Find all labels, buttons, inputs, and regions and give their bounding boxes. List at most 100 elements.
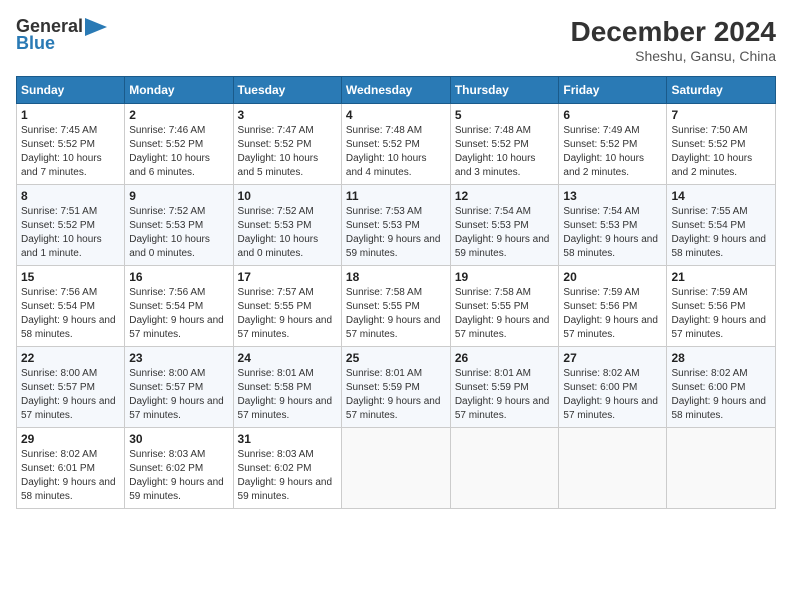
calendar-cell: 5 Sunrise: 7:48 AM Sunset: 5:52 PM Dayli…: [450, 104, 559, 185]
calendar-cell: 25 Sunrise: 8:01 AM Sunset: 5:59 PM Dayl…: [341, 347, 450, 428]
calendar-cell: 24 Sunrise: 8:01 AM Sunset: 5:58 PM Dayl…: [233, 347, 341, 428]
day-info: Sunrise: 7:59 AM Sunset: 5:56 PM Dayligh…: [671, 286, 771, 342]
day-info: Sunrise: 7:47 AM Sunset: 5:52 PM Dayligh…: [238, 124, 337, 180]
day-info: Sunrise: 8:02 AM Sunset: 6:01 PM Dayligh…: [21, 448, 120, 504]
day-info: Sunrise: 7:48 AM Sunset: 5:52 PM Dayligh…: [346, 124, 446, 180]
calendar-cell: 28 Sunrise: 8:02 AM Sunset: 6:00 PM Dayl…: [667, 347, 776, 428]
day-info: Sunrise: 7:58 AM Sunset: 5:55 PM Dayligh…: [346, 286, 446, 342]
logo-blue: Blue: [16, 33, 55, 54]
day-info: Sunrise: 8:01 AM Sunset: 5:58 PM Dayligh…: [238, 367, 337, 423]
calendar-cell: 12 Sunrise: 7:54 AM Sunset: 5:53 PM Dayl…: [450, 185, 559, 266]
day-info: Sunrise: 7:52 AM Sunset: 5:53 PM Dayligh…: [238, 205, 337, 261]
calendar-cell: 27 Sunrise: 8:02 AM Sunset: 6:00 PM Dayl…: [559, 347, 667, 428]
calendar-cell: 4 Sunrise: 7:48 AM Sunset: 5:52 PM Dayli…: [341, 104, 450, 185]
day-number: 27: [563, 351, 662, 365]
day-number: 18: [346, 270, 446, 284]
calendar-cell: 19 Sunrise: 7:58 AM Sunset: 5:55 PM Dayl…: [450, 266, 559, 347]
location: Sheshu, Gansu, China: [571, 48, 776, 64]
day-number: 25: [346, 351, 446, 365]
calendar-week-3: 15 Sunrise: 7:56 AM Sunset: 5:54 PM Dayl…: [17, 266, 776, 347]
day-info: Sunrise: 8:00 AM Sunset: 5:57 PM Dayligh…: [129, 367, 228, 423]
day-number: 5: [455, 108, 555, 122]
day-number: 17: [238, 270, 337, 284]
day-info: Sunrise: 8:03 AM Sunset: 6:02 PM Dayligh…: [238, 448, 337, 504]
logo-arrow-icon: [85, 18, 107, 36]
day-number: 1: [21, 108, 120, 122]
calendar-cell: 7 Sunrise: 7:50 AM Sunset: 5:52 PM Dayli…: [667, 104, 776, 185]
column-header-sunday: Sunday: [17, 77, 125, 104]
calendar-cell: 9 Sunrise: 7:52 AM Sunset: 5:53 PM Dayli…: [125, 185, 233, 266]
calendar-cell: 3 Sunrise: 7:47 AM Sunset: 5:52 PM Dayli…: [233, 104, 341, 185]
calendar-cell: 17 Sunrise: 7:57 AM Sunset: 5:55 PM Dayl…: [233, 266, 341, 347]
day-number: 6: [563, 108, 662, 122]
calendar-cell: 18 Sunrise: 7:58 AM Sunset: 5:55 PM Dayl…: [341, 266, 450, 347]
logo: General Blue: [16, 16, 107, 54]
day-info: Sunrise: 7:55 AM Sunset: 5:54 PM Dayligh…: [671, 205, 771, 261]
calendar-week-5: 29 Sunrise: 8:02 AM Sunset: 6:01 PM Dayl…: [17, 428, 776, 509]
column-header-friday: Friday: [559, 77, 667, 104]
calendar-cell: 26 Sunrise: 8:01 AM Sunset: 5:59 PM Dayl…: [450, 347, 559, 428]
calendar-cell: 23 Sunrise: 8:00 AM Sunset: 5:57 PM Dayl…: [125, 347, 233, 428]
day-number: 29: [21, 432, 120, 446]
day-number: 22: [21, 351, 120, 365]
day-number: 9: [129, 189, 228, 203]
calendar-cell: 2 Sunrise: 7:46 AM Sunset: 5:52 PM Dayli…: [125, 104, 233, 185]
calendar-cell: 13 Sunrise: 7:54 AM Sunset: 5:53 PM Dayl…: [559, 185, 667, 266]
day-info: Sunrise: 7:54 AM Sunset: 5:53 PM Dayligh…: [455, 205, 555, 261]
day-number: 19: [455, 270, 555, 284]
calendar-cell: 21 Sunrise: 7:59 AM Sunset: 5:56 PM Dayl…: [667, 266, 776, 347]
day-number: 16: [129, 270, 228, 284]
day-number: 26: [455, 351, 555, 365]
day-number: 28: [671, 351, 771, 365]
calendar-cell: 15 Sunrise: 7:56 AM Sunset: 5:54 PM Dayl…: [17, 266, 125, 347]
column-header-saturday: Saturday: [667, 77, 776, 104]
calendar-cell: 22 Sunrise: 8:00 AM Sunset: 5:57 PM Dayl…: [17, 347, 125, 428]
day-number: 20: [563, 270, 662, 284]
day-number: 13: [563, 189, 662, 203]
calendar-table: SundayMondayTuesdayWednesdayThursdayFrid…: [16, 76, 776, 509]
calendar-cell: [667, 428, 776, 509]
column-header-thursday: Thursday: [450, 77, 559, 104]
day-info: Sunrise: 8:01 AM Sunset: 5:59 PM Dayligh…: [346, 367, 446, 423]
calendar-cell: [341, 428, 450, 509]
day-number: 23: [129, 351, 228, 365]
calendar-header-row: SundayMondayTuesdayWednesdayThursdayFrid…: [17, 77, 776, 104]
day-number: 2: [129, 108, 228, 122]
calendar-cell: 10 Sunrise: 7:52 AM Sunset: 5:53 PM Dayl…: [233, 185, 341, 266]
day-info: Sunrise: 7:56 AM Sunset: 5:54 PM Dayligh…: [129, 286, 228, 342]
calendar-cell: [450, 428, 559, 509]
day-info: Sunrise: 7:56 AM Sunset: 5:54 PM Dayligh…: [21, 286, 120, 342]
title-block: December 2024 Sheshu, Gansu, China: [571, 16, 776, 64]
day-info: Sunrise: 7:51 AM Sunset: 5:52 PM Dayligh…: [21, 205, 120, 261]
column-header-monday: Monday: [125, 77, 233, 104]
day-number: 11: [346, 189, 446, 203]
calendar-cell: 14 Sunrise: 7:55 AM Sunset: 5:54 PM Dayl…: [667, 185, 776, 266]
day-info: Sunrise: 7:50 AM Sunset: 5:52 PM Dayligh…: [671, 124, 771, 180]
calendar-cell: 30 Sunrise: 8:03 AM Sunset: 6:02 PM Dayl…: [125, 428, 233, 509]
day-info: Sunrise: 7:45 AM Sunset: 5:52 PM Dayligh…: [21, 124, 120, 180]
day-number: 7: [671, 108, 771, 122]
day-info: Sunrise: 8:01 AM Sunset: 5:59 PM Dayligh…: [455, 367, 555, 423]
day-number: 8: [21, 189, 120, 203]
day-number: 3: [238, 108, 337, 122]
day-number: 12: [455, 189, 555, 203]
calendar-cell: 11 Sunrise: 7:53 AM Sunset: 5:53 PM Dayl…: [341, 185, 450, 266]
day-info: Sunrise: 8:00 AM Sunset: 5:57 PM Dayligh…: [21, 367, 120, 423]
calendar-week-2: 8 Sunrise: 7:51 AM Sunset: 5:52 PM Dayli…: [17, 185, 776, 266]
day-info: Sunrise: 8:02 AM Sunset: 6:00 PM Dayligh…: [671, 367, 771, 423]
calendar-cell: 1 Sunrise: 7:45 AM Sunset: 5:52 PM Dayli…: [17, 104, 125, 185]
column-header-tuesday: Tuesday: [233, 77, 341, 104]
day-info: Sunrise: 7:58 AM Sunset: 5:55 PM Dayligh…: [455, 286, 555, 342]
day-number: 21: [671, 270, 771, 284]
day-info: Sunrise: 7:46 AM Sunset: 5:52 PM Dayligh…: [129, 124, 228, 180]
day-info: Sunrise: 7:48 AM Sunset: 5:52 PM Dayligh…: [455, 124, 555, 180]
logo-container: General Blue: [16, 16, 107, 54]
calendar-cell: 29 Sunrise: 8:02 AM Sunset: 6:01 PM Dayl…: [17, 428, 125, 509]
column-header-wednesday: Wednesday: [341, 77, 450, 104]
calendar-cell: 6 Sunrise: 7:49 AM Sunset: 5:52 PM Dayli…: [559, 104, 667, 185]
calendar-cell: [559, 428, 667, 509]
calendar-week-4: 22 Sunrise: 8:00 AM Sunset: 5:57 PM Dayl…: [17, 347, 776, 428]
day-info: Sunrise: 8:03 AM Sunset: 6:02 PM Dayligh…: [129, 448, 228, 504]
calendar-cell: 16 Sunrise: 7:56 AM Sunset: 5:54 PM Dayl…: [125, 266, 233, 347]
day-info: Sunrise: 7:57 AM Sunset: 5:55 PM Dayligh…: [238, 286, 337, 342]
